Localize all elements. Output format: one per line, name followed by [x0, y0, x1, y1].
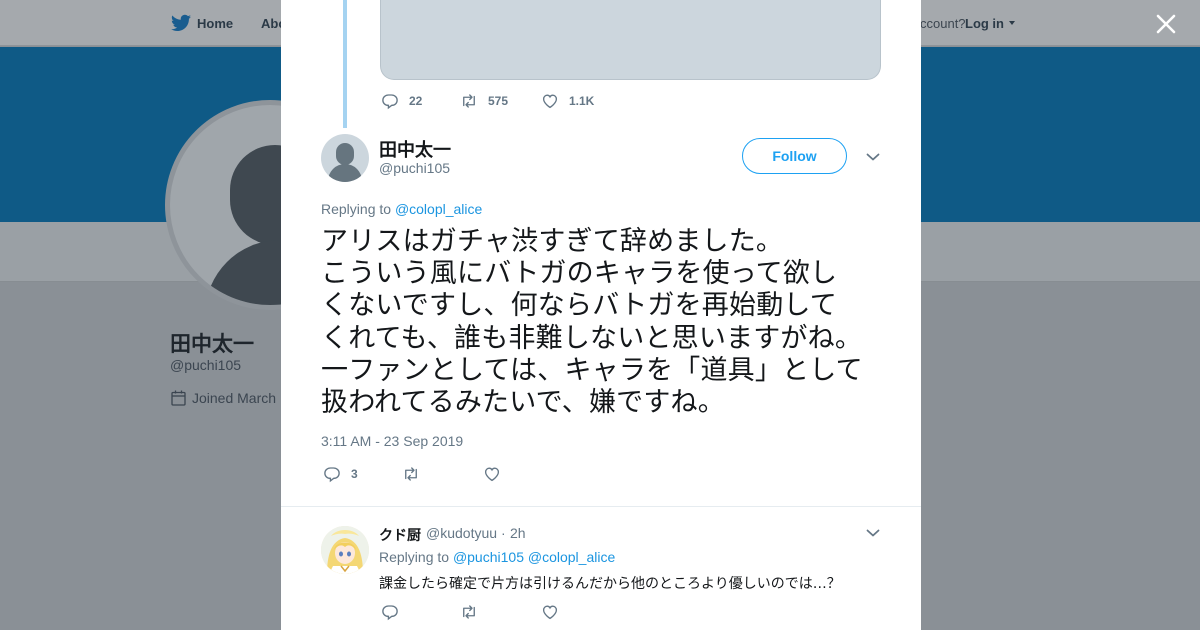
retweet-icon: [463, 94, 475, 108]
twitter-bird-icon[interactable]: [171, 14, 191, 32]
tweet-text-line: 扱われてるみたいで、嫌ですね。: [321, 387, 725, 419]
prev-tweet-like-action[interactable]: 1.1K: [541, 92, 594, 110]
profile-handle: @puchi105: [170, 357, 242, 373]
tweet-timestamp[interactable]: 3:11 AM - 23 Sep 2019: [321, 433, 463, 449]
main-tweet-reply-action[interactable]: 3: [323, 465, 358, 483]
tweet-text-line: アリスはガチャ渋すぎて辞めました。: [321, 226, 784, 257]
reply-count: 3: [351, 467, 358, 481]
profile-name: 田中太一: [170, 333, 254, 356]
chevron-down-icon[interactable]: [866, 152, 880, 162]
replying-to-line: Replying to @colopl_alice: [321, 201, 482, 217]
heart-icon: [542, 605, 558, 620]
reply-author-avatar[interactable]: [321, 526, 369, 574]
reply-icon: [324, 467, 340, 483]
nav-home-link[interactable]: Home: [197, 16, 233, 31]
author-avatar[interactable]: [321, 134, 369, 182]
prev-tweet-reply-action[interactable]: 22: [381, 92, 422, 110]
calendar-icon: [171, 390, 186, 406]
replying-to-prefix: Replying to: [379, 549, 450, 565]
tweet-text-line: くれても、誰も非難しないと思いますがね。: [321, 322, 863, 354]
avatar-placeholder-body: [328, 164, 362, 182]
mention-link[interactable]: @puchi105: [453, 549, 524, 565]
reply-tweet-reply-action[interactable]: [381, 603, 399, 621]
reply-separator: ·: [501, 525, 506, 541]
replying-to-prefix: Replying to: [321, 201, 392, 217]
login-caret-icon[interactable]: [1009, 21, 1015, 25]
avatar-placeholder-head: [336, 143, 354, 165]
heart-icon: [542, 94, 558, 109]
nav-login-link[interactable]: Log in: [965, 16, 1004, 31]
nav-account-prompt: ccount?: [920, 16, 966, 31]
reply-tweet-text: 課金したら確定で片方は引けるんだから他のところより優しいのでは…？: [379, 576, 841, 592]
reply-tweet-like-action[interactable]: [541, 603, 559, 621]
heart-icon: [484, 467, 500, 482]
author-name[interactable]: 田中太一: [379, 136, 451, 162]
reply-divider: [281, 506, 921, 507]
author-handle[interactable]: @puchi105: [379, 160, 450, 176]
reply-author-name[interactable]: クド厨: [379, 525, 421, 545]
conversation-thread-line: [343, 0, 347, 128]
reply-replying-to-line: Replying to @puchi105 @colopl_alice: [379, 549, 615, 565]
media-preview-card[interactable]: [380, 0, 881, 80]
mention-link[interactable]: @colopl_alice: [395, 201, 482, 217]
main-tweet-like-action[interactable]: [483, 465, 511, 483]
follow-button[interactable]: Follow: [742, 138, 847, 174]
reply-icon: [382, 94, 398, 110]
reply-tweet-retweet-action[interactable]: [460, 603, 478, 621]
close-icon[interactable]: [1154, 12, 1178, 36]
chevron-down-icon[interactable]: [866, 528, 880, 538]
like-count: 1.1K: [569, 94, 595, 108]
tweet-text-line: 一ファンとしては、キャラを「道具」として: [321, 354, 863, 386]
retweet-count: 575: [488, 94, 509, 108]
profile-joined-date: Joined March: [192, 390, 277, 406]
tweet-text-line: こういう風にバトガのキャラを使って欲し: [321, 258, 838, 290]
reply-author-handle[interactable]: @kudotyuu: [426, 525, 497, 541]
anime-character-avatar-icon: [321, 526, 369, 574]
mention-link[interactable]: @colopl_alice: [528, 549, 615, 565]
retweet-icon: [463, 605, 475, 619]
tweet-text: アリスはガチャ渋すぎて辞めました。 こういう風にバトガのキャラを使って欲し くな…: [321, 226, 896, 419]
retweet-icon: [405, 467, 417, 481]
reply-count: 22: [409, 94, 423, 108]
prev-tweet-retweet-action[interactable]: 575: [460, 92, 508, 110]
main-tweet-retweet-action[interactable]: [402, 465, 430, 483]
reply-icon: [382, 605, 398, 621]
reply-time[interactable]: 2h: [510, 525, 526, 541]
tweet-modal: 22 575 1.1K 田中太一 @puchi105 Follow Replyi…: [281, 0, 921, 630]
tweet-text-line: くないですし、何ならバトガを再始動して: [321, 290, 837, 322]
